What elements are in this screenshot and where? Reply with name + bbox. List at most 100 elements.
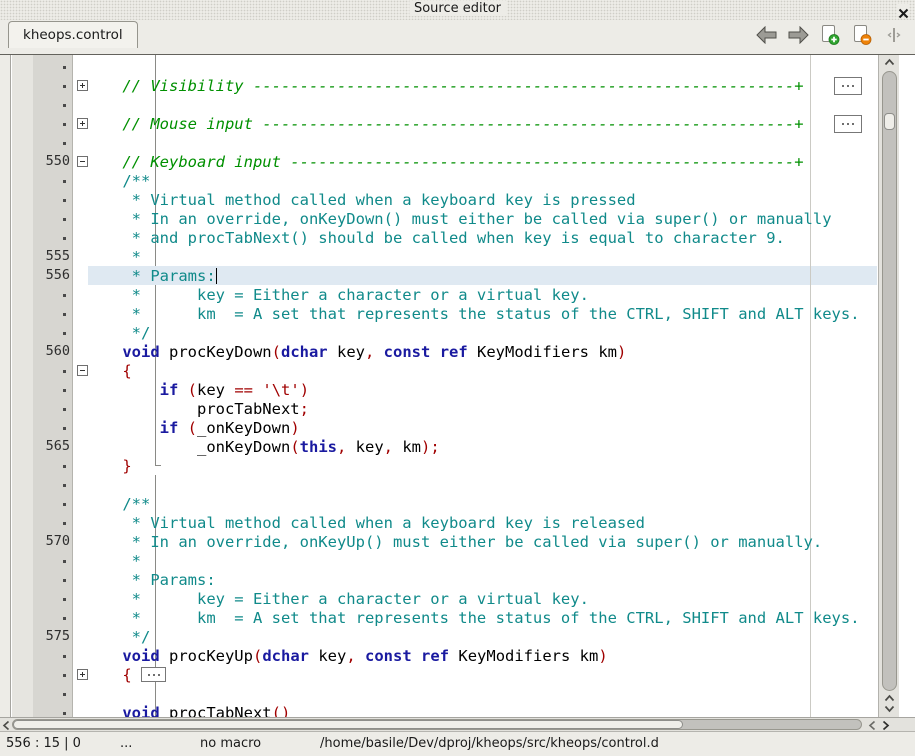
line-dot [33, 323, 70, 342]
line-dot [33, 418, 70, 437]
line-dot [33, 171, 70, 190]
code-line: * [85, 552, 141, 571]
line-number: 556 [33, 266, 70, 285]
line-dot [33, 646, 70, 665]
toolbar-separator [0, 48, 915, 55]
status-bar: 556 : 15 | 0 ... no macro /home/basile/D… [0, 731, 915, 756]
gutter-layer: 550 555556 560 565 570 575 [0, 55, 90, 717]
macro-state: no macro [200, 732, 261, 756]
code-line: { [85, 362, 132, 381]
line-dot [33, 114, 70, 133]
code-line: } [85, 457, 132, 476]
code-line: * km = A set that represents the status … [85, 305, 860, 324]
code-line: // Mouse input -------------------------… [85, 115, 804, 134]
code-line: if (_onKeyDown) [85, 419, 300, 438]
horizontal-scrollbar[interactable] [0, 717, 915, 731]
line-number: 550 [33, 152, 70, 171]
code-line: procTabNext; [85, 400, 309, 419]
code-line: * Params: [85, 267, 216, 286]
code-line: // Visibility --------------------------… [85, 77, 804, 96]
line-number: 555 [33, 247, 70, 266]
code-line: _onKeyDown(this, key, km); [85, 438, 440, 457]
code-line: void procKeyUp(dchar key, const ref KeyM… [85, 647, 608, 666]
scroll-up-icon[interactable] [883, 57, 895, 67]
code-line: { [85, 666, 132, 685]
nav-forward-icon[interactable] [787, 24, 809, 46]
source-editor-window: Source editor kheops.control [0, 0, 915, 756]
scroll-down-icon[interactable] [883, 703, 895, 713]
titlebar: Source editor [0, 0, 915, 20]
line-dot [33, 513, 70, 532]
file-path: /home/basile/Dev/dproj/kheops/src/kheops… [320, 732, 659, 756]
editor-toolbar [755, 24, 905, 46]
line-dot [33, 570, 70, 589]
vertical-scrollbar[interactable] [878, 55, 899, 717]
line-dot [33, 228, 70, 247]
horizontal-scroll-thumb[interactable] [13, 720, 683, 729]
line-dot [33, 456, 70, 475]
close-icon[interactable] [897, 4, 909, 16]
vertical-scroll-track[interactable] [882, 71, 897, 691]
line-dot [33, 133, 70, 152]
line-dot [33, 95, 70, 114]
close-document-icon[interactable] [851, 24, 873, 46]
status-panel-2: ... [120, 732, 132, 756]
code-line: // Keyboard input ----------------------… [85, 153, 804, 172]
code-line: if (key == '\t') [85, 381, 309, 400]
scroll-left2-icon[interactable] [866, 720, 878, 730]
line-number: 565 [33, 437, 70, 456]
collapsed-fold-ellipsis[interactable] [834, 77, 862, 95]
line-dot [33, 190, 70, 209]
code-line: * Params: [85, 571, 216, 590]
line-dot [33, 399, 70, 418]
code-line: * Virtual method called when a keyboard … [85, 514, 645, 533]
line-number: 575 [33, 627, 70, 646]
code-line: * [85, 248, 141, 267]
line-number: 570 [33, 532, 70, 551]
code-line: */ [85, 324, 150, 343]
line-dot [33, 551, 70, 570]
collapsed-fold-ellipsis[interactable] [834, 115, 862, 133]
code-line: void procKeyDown(dchar key, const ref Ke… [85, 343, 626, 362]
line-dot [33, 608, 70, 627]
line-dot [33, 285, 70, 304]
line-dot [33, 589, 70, 608]
collapsed-fold-ellipsis[interactable] [141, 667, 166, 682]
line-dot [33, 684, 70, 703]
code-line: * and procTabNext() should be called whe… [85, 229, 785, 248]
code-line: /** [85, 495, 150, 514]
cursor-position: 556 : 15 | 0 [6, 732, 81, 756]
code-line: * In an override, onKeyDown() must eithe… [85, 210, 832, 229]
horizontal-scroll-track[interactable] [12, 719, 862, 730]
code-line: void procTabNext() [85, 704, 290, 717]
detach-editor-icon[interactable] [883, 24, 905, 46]
scroll-right-icon[interactable] [879, 720, 891, 730]
code-line: * Virtual method called when a keyboard … [85, 191, 636, 210]
text-caret [216, 268, 218, 284]
code-line: * km = A set that represents the status … [85, 609, 860, 628]
line-dot [33, 76, 70, 95]
tab-bar: kheops.control [0, 20, 915, 48]
code-line: */ [85, 628, 150, 647]
line-dot [33, 361, 70, 380]
code-line: * In an override, onKeyUp() must either … [85, 533, 822, 552]
line-dot [33, 57, 70, 76]
line-dot [33, 494, 70, 513]
line-number: 560 [33, 342, 70, 361]
tab-kheops-control[interactable]: kheops.control [8, 21, 138, 48]
line-dot [33, 209, 70, 228]
line-dot [33, 380, 70, 399]
scroll-left-icon[interactable] [0, 720, 12, 730]
new-document-icon[interactable] [819, 24, 841, 46]
window-title: Source editor [409, 1, 506, 16]
line-dot [33, 475, 70, 494]
code-editor[interactable]: // Visibility --------------------------… [0, 55, 915, 717]
line-dot [33, 304, 70, 323]
code-line: * key = Either a character or a virtual … [85, 286, 589, 305]
scroll-up2-icon[interactable] [883, 693, 895, 703]
vertical-scroll-thumb[interactable] [884, 113, 895, 130]
code-line: * key = Either a character or a virtual … [85, 590, 589, 609]
nav-back-icon[interactable] [755, 24, 777, 46]
code-line: /** [85, 172, 150, 191]
code-layer: // Visibility --------------------------… [0, 55, 878, 717]
